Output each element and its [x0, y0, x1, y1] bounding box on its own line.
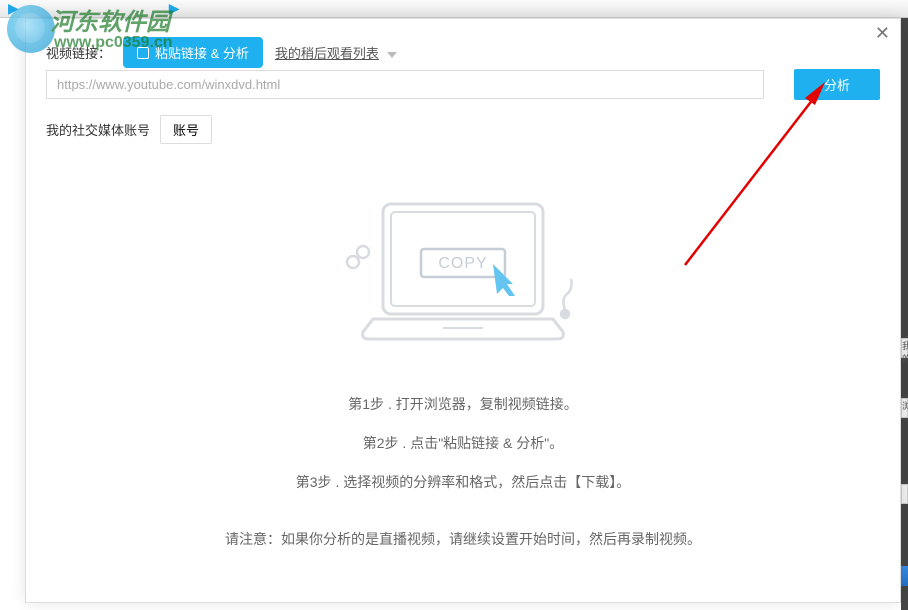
paste-analyze-button[interactable]: 粘贴链接 & 分析 [123, 37, 263, 68]
paste-analyze-label: 粘贴链接 & 分析 [155, 43, 249, 62]
account-button[interactable]: 账号 [160, 115, 212, 144]
url-row: 分析 [46, 69, 880, 100]
svg-text:COPY: COPY [438, 255, 487, 272]
right-edge-bg [901, 18, 908, 610]
notice-text: 请注意：如果你分析的是直播视频，请继续设置开始时间，然后再录制视频。 [26, 529, 900, 549]
steps-container: 第1步 . 打开浏览器，复制视频链接。 第2步 . 点击"粘贴链接 & 分析"。… [26, 385, 900, 503]
right-edge-label-2: 浏 [901, 398, 908, 418]
account-row: 我的社交媒体账号 账号 [46, 115, 212, 144]
social-account-label: 我的社交媒体账号 [46, 120, 150, 139]
blue-bottom-bar [901, 566, 908, 586]
main-dialog: ✕ 视频链接： 粘贴链接 & 分析 我的稍后观看列表 分析 我的社交媒体账号 账… [25, 18, 901, 603]
bg-icon-1: ▶ [8, 0, 19, 17]
step-1-text: 第1步 . 打开浏览器，复制视频链接。 [26, 385, 900, 424]
step-2-text: 第2步 . 点击"粘贴链接 & 分析"。 [26, 424, 900, 463]
header-row: 视频链接： 粘贴链接 & 分析 我的稍后观看列表 [46, 37, 880, 68]
video-link-label: 视频链接： [46, 43, 111, 62]
right-edge-label-3 [901, 484, 908, 504]
analyze-button[interactable]: 分析 [794, 69, 880, 100]
step-3-text: 第3步 . 选择视频的分辨率和格式，然后点击【下载】。 [26, 463, 900, 502]
watch-later-label: 我的稍后观看列表 [275, 46, 379, 61]
chevron-down-icon [387, 52, 397, 58]
laptop-illustration: COPY [333, 194, 593, 354]
paste-icon [137, 47, 149, 59]
right-edge-label-1: 我的 [901, 338, 908, 358]
bg-icon-2: ▶ [169, 0, 180, 17]
url-input[interactable] [46, 70, 764, 99]
background-toolbar: ▶ ▶ [0, 0, 908, 18]
watch-later-link[interactable]: 我的稍后观看列表 [275, 43, 397, 62]
